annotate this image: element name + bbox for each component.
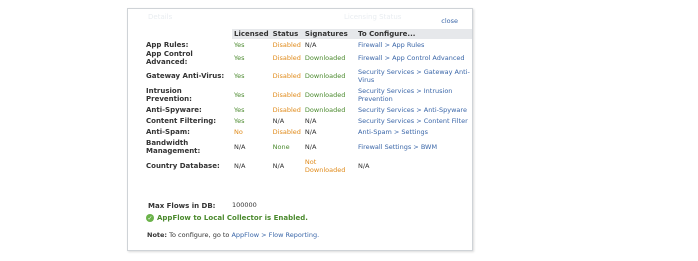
table-row: Intrusion Prevention: Yes Disabled Download… xyxy=(144,85,472,104)
licensed-cell: Yes xyxy=(234,71,245,80)
status-cell: Disabled xyxy=(272,127,301,136)
signatures-cell: N/A xyxy=(304,127,317,136)
header-blank xyxy=(144,29,232,39)
header-signatures: Signatures xyxy=(302,29,356,39)
appflow-status-text: AppFlow to Local Collector is Enabled. xyxy=(157,214,308,222)
row-label: Content Filtering: xyxy=(146,116,217,125)
max-flows-value: 100000 xyxy=(232,201,257,209)
configure-link[interactable]: Anti-Spam > Settings xyxy=(356,126,472,137)
status-cell: None xyxy=(272,142,290,151)
signatures-cell: N/A xyxy=(304,142,317,151)
signatures-cell: Downloaded xyxy=(304,90,346,99)
signatures-cell: Downloaded xyxy=(304,54,346,62)
table-row: Anti-Spyware: Yes Disabled Downloaded Securi… xyxy=(144,104,472,115)
table-header-row: Licensed Status Signatures To Configure.… xyxy=(144,29,472,39)
dialog-titlebar: Details Licensing Status close xyxy=(128,9,472,25)
note-prefix: Note: xyxy=(147,231,168,239)
header-licensed: Licensed xyxy=(232,29,271,39)
configure-link[interactable]: Security Services > Content Filter xyxy=(356,115,472,126)
configure-link[interactable]: Firewall > App Rules xyxy=(356,39,472,50)
flow-reporting-link[interactable]: AppFlow > Flow Reporting. xyxy=(231,231,319,239)
status-cell: N/A xyxy=(272,116,285,125)
row-label: Anti-Spyware: xyxy=(146,105,202,114)
table-row: App Control Advanced: Yes Disabled Download… xyxy=(144,50,472,66)
configure-link[interactable]: Security Services > Anti-Spyware xyxy=(356,104,472,115)
header-configure: To Configure... xyxy=(356,29,472,39)
status-cell: N/A xyxy=(272,161,285,170)
signatures-cell: Not Downloaded xyxy=(304,157,346,174)
row-label: Bandwidth Management: xyxy=(146,138,201,155)
header-status: Status xyxy=(270,29,303,39)
table-row: Country Database: N/A N/A Not Downloaded N/A xyxy=(144,156,472,175)
licensed-cell: Yes xyxy=(234,105,245,114)
row-label: App Rules: xyxy=(146,40,189,49)
table-row: Gateway Anti-Virus: Yes Disabled Downloaded… xyxy=(144,66,472,85)
signatures-cell: Downloaded xyxy=(304,105,346,114)
configure-link[interactable]: Firewall > App Control Advanced xyxy=(356,50,472,66)
max-flows: Max Flows in DB: 100000 xyxy=(148,201,257,210)
status-cell: Disabled xyxy=(272,105,301,114)
status-cell: Disabled xyxy=(272,54,301,62)
licensed-cell: Yes xyxy=(234,116,245,125)
configure-link[interactable]: Security Services > Intrusion Prevention xyxy=(356,85,472,104)
licensed-cell: N/A xyxy=(234,142,246,151)
configure-link[interactable]: Firewall Settings > BWM xyxy=(356,137,472,156)
max-flows-label: Max Flows in DB: xyxy=(148,202,216,210)
check-circle-icon: ✓ xyxy=(146,214,154,222)
licensed-cell: Yes xyxy=(234,40,245,49)
status-cell: Disabled xyxy=(272,90,301,99)
row-label: Country Database: xyxy=(146,161,220,170)
signatures-cell: N/A xyxy=(304,116,317,125)
dialog-header-ghost: Licensing Status xyxy=(344,13,402,21)
licensed-cell: Yes xyxy=(234,54,245,62)
table-row: App Rules: Yes Disabled N/A Firewall > App R… xyxy=(144,39,472,50)
table-row: Content Filtering: Yes N/A N/A Security Serv… xyxy=(144,115,472,126)
licensed-cell: No xyxy=(234,127,243,136)
row-label: App Control Advanced: xyxy=(146,50,193,66)
licensing-table: Licensed Status Signatures To Configure.… xyxy=(144,29,472,175)
configure-note: Note: To configure, go to AppFlow > Flow… xyxy=(147,231,319,239)
dialog-title-ghost: Details xyxy=(148,13,173,21)
signatures-cell: N/A xyxy=(304,40,317,49)
table-row: Anti-Spam: No Disabled N/A Anti-Spam > Setti… xyxy=(144,126,472,137)
table-row: Bandwidth Management: N/A None N/A Firewall … xyxy=(144,137,472,156)
row-label: Gateway Anti-Virus: xyxy=(146,71,225,80)
row-label: Intrusion Prevention: xyxy=(146,86,192,103)
status-cell: Disabled xyxy=(272,40,301,49)
signatures-cell: Downloaded xyxy=(304,71,346,80)
status-cell: Disabled xyxy=(272,71,301,80)
licensed-cell: N/A xyxy=(234,161,246,170)
licensed-cell: Yes xyxy=(234,90,245,99)
configure-link: N/A xyxy=(358,161,370,170)
appflow-status: ✓ AppFlow to Local Collector is Enabled. xyxy=(146,214,308,222)
licensing-dialog: Details Licensing Status close Licensed … xyxy=(127,8,473,251)
note-text: To configure, go to xyxy=(169,231,230,239)
configure-link[interactable]: Security Services > Gateway Anti-Virus xyxy=(356,66,472,85)
close-link[interactable]: close xyxy=(441,17,458,25)
row-label: Anti-Spam: xyxy=(146,127,190,136)
